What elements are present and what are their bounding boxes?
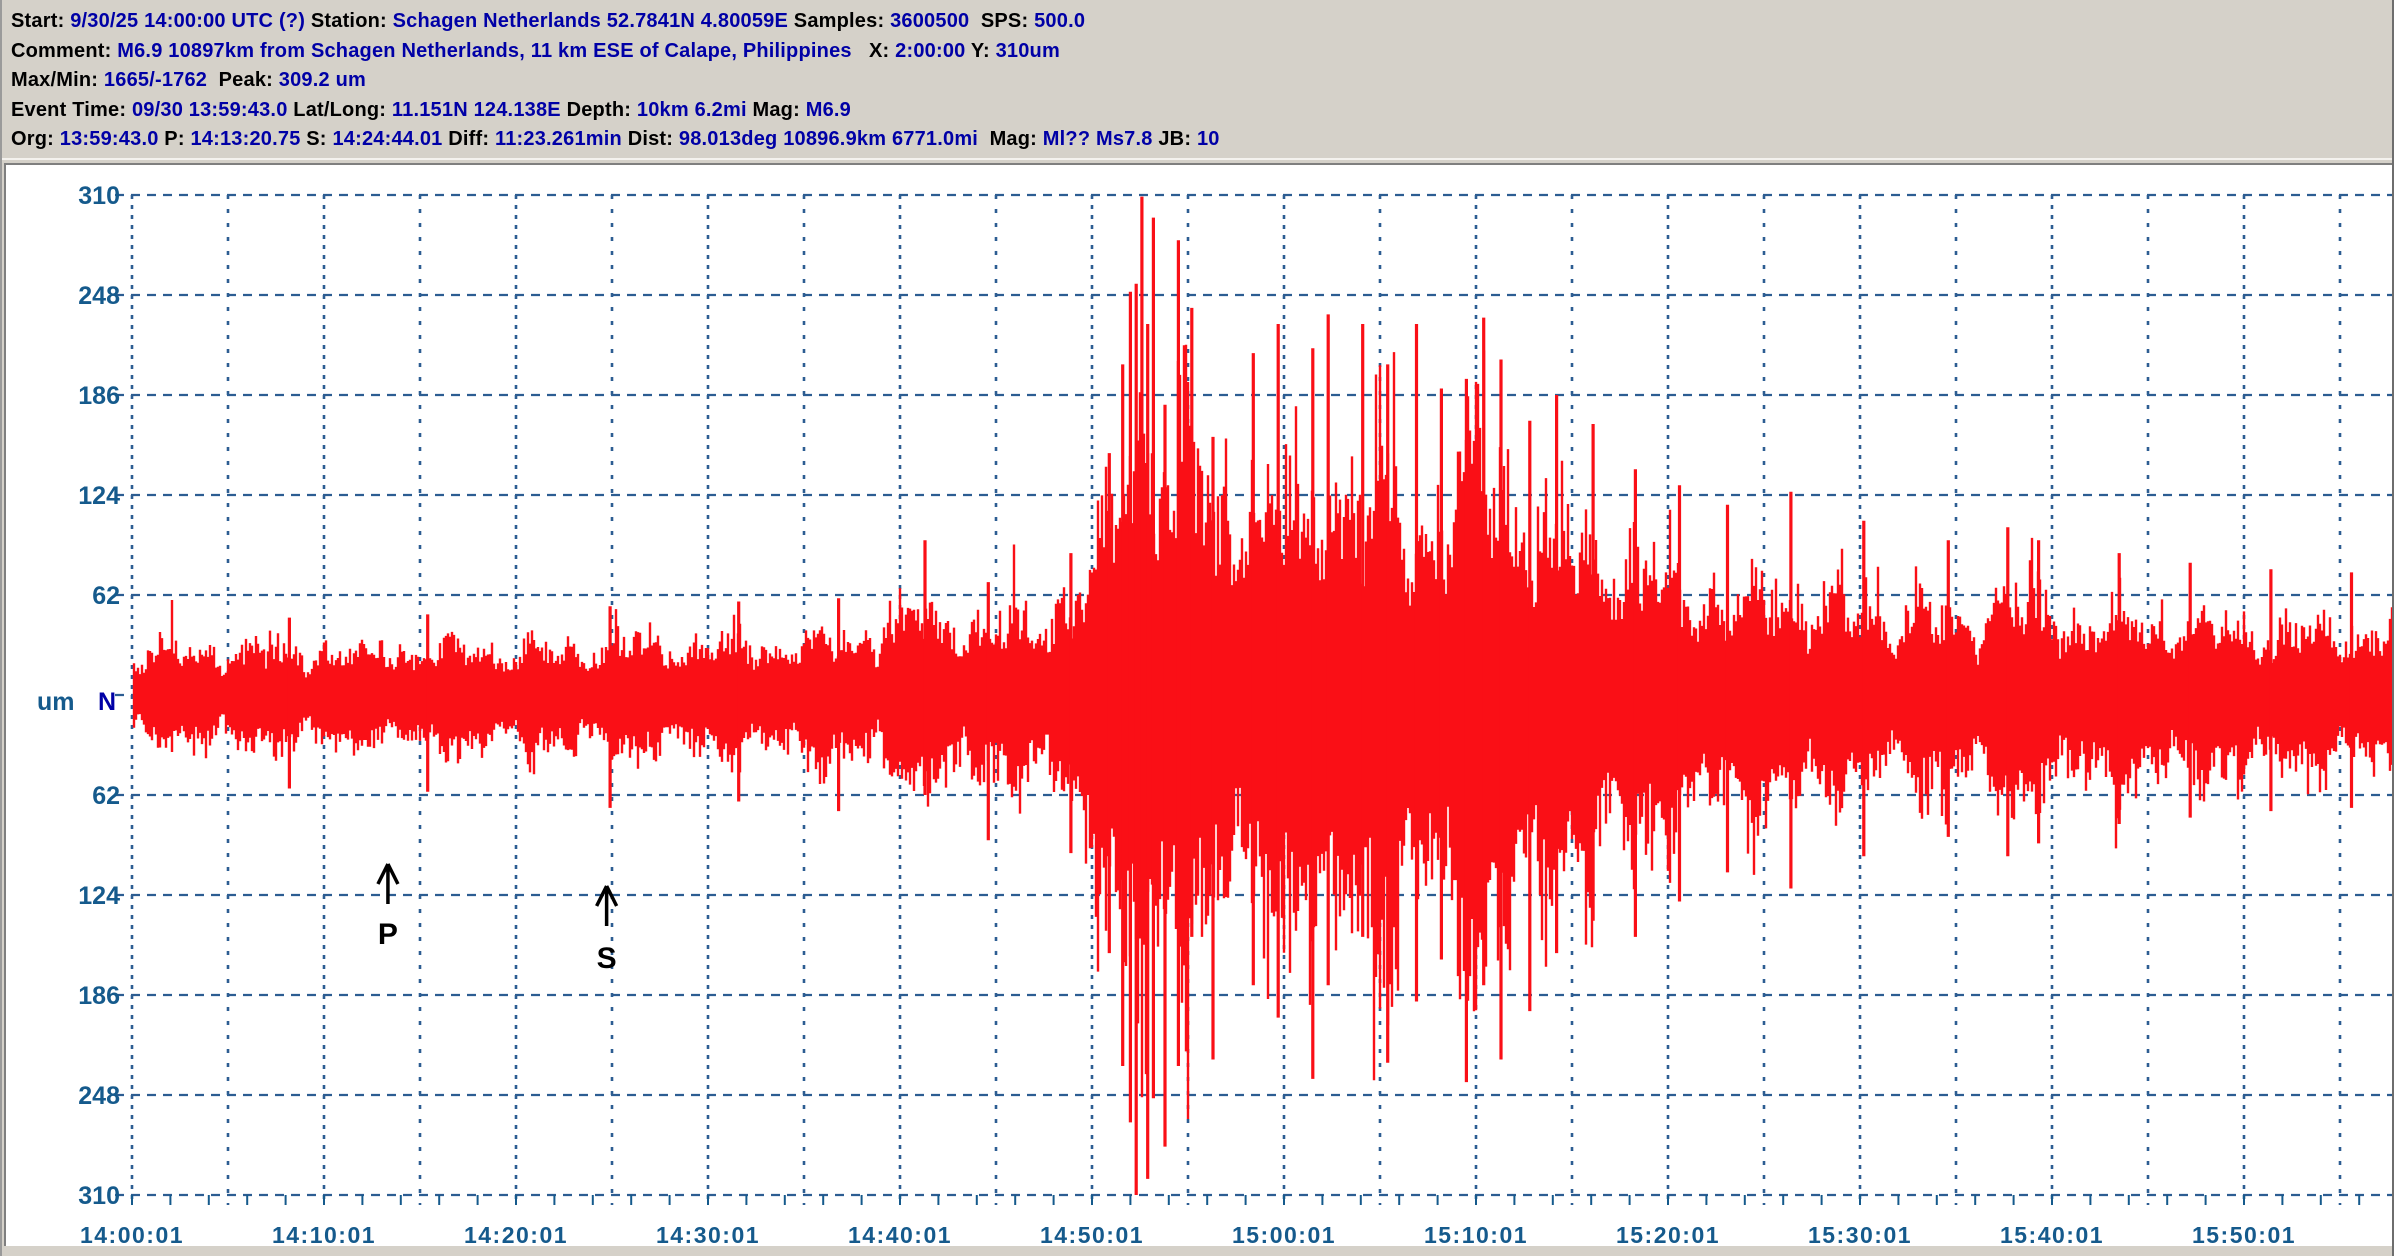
phase-arrow-s (597, 886, 617, 926)
axis-tick-label: um (37, 688, 75, 716)
seismograph-window: Start: 9/30/25 14:00:00 UTC (?) Station:… (0, 0, 2394, 1256)
axis-tick-label: 62 (92, 582, 120, 610)
axis-tick-label: 186 (78, 982, 120, 1010)
seismic-trace (134, 345, 2394, 1119)
axis-tick-label: 248 (78, 282, 120, 310)
phase-label-p: P (378, 918, 398, 951)
axis-tick-label: 15:50:01 (2192, 1222, 2296, 1248)
axis-tick-label: 14:10:01 (272, 1222, 376, 1248)
axis-tick-label: N (98, 688, 116, 716)
seismogram-chart: 310 310 248 248 186 186 124 124 62 62 um N 14:00:01 1… (2, 0, 2394, 1256)
phase-arrow-p (378, 864, 398, 904)
axis-tick-label: 14:20:01 (464, 1222, 568, 1248)
axis-tick-label: 62 (92, 782, 120, 810)
axis-tick-label: 186 (78, 382, 120, 410)
axis-tick-label: 14:00:01 (80, 1222, 184, 1248)
axis-tick-label: 248 (78, 1082, 120, 1110)
axis-tick-label: 15:20:01 (1616, 1222, 1720, 1248)
axis-tick-label: 14:50:01 (1040, 1222, 1144, 1248)
axis-tick-label: 310 (78, 182, 120, 210)
axis-tick-label: 15:00:01 (1232, 1222, 1336, 1248)
axis-tick-label: 124 (78, 482, 120, 510)
axis-tick-label: 310 (78, 1182, 120, 1210)
axis-tick-label: 15:10:01 (1424, 1222, 1528, 1248)
axis-tick-label: 14:30:01 (656, 1222, 760, 1248)
phase-label-s: S (597, 942, 617, 975)
axis-tick-label: 124 (78, 882, 120, 910)
axis-tick-label: 15:40:01 (2000, 1222, 2104, 1248)
axis-tick-label: 14:40:01 (848, 1222, 952, 1248)
axis-tick-label: 15:30:01 (1808, 1222, 1912, 1248)
